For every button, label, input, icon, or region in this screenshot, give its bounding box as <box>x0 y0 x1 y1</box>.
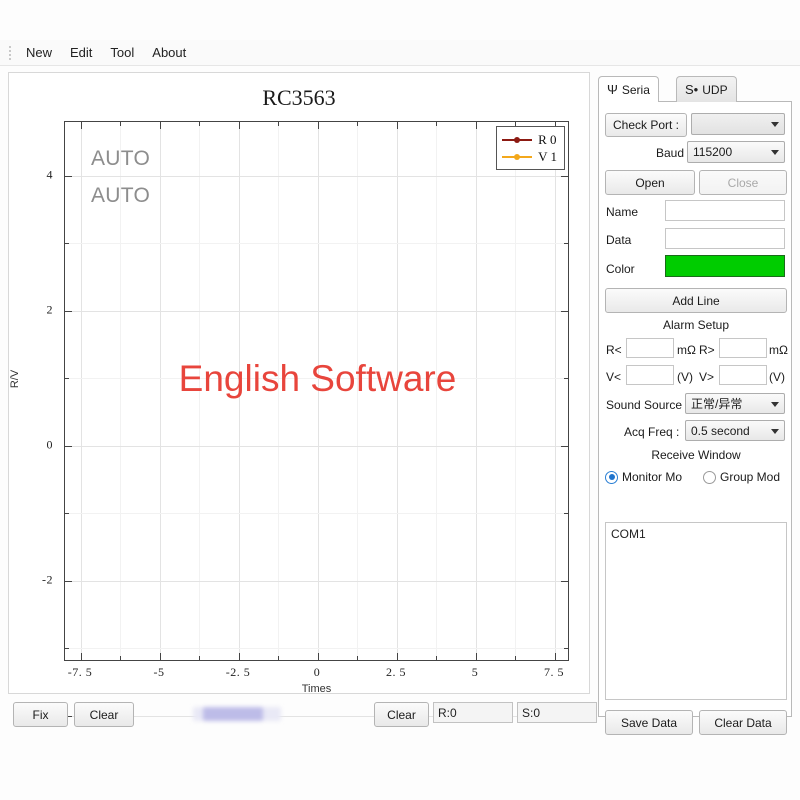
radio-dot-icon <box>605 471 618 484</box>
tx-count-status: S:0 <box>517 702 597 723</box>
radio-group-mode[interactable]: Group Mod <box>703 470 780 484</box>
v-less-label: V< <box>606 370 621 384</box>
legend-entry-v: V 1 <box>502 148 557 165</box>
x-tick-label: 0 <box>314 665 321 680</box>
serial-tab-body: Check Port : Baud : 115200 Open Close Na… <box>598 101 792 717</box>
x-tick-label: -7. 5 <box>68 665 93 680</box>
color-label: Color <box>606 262 635 276</box>
clear-receive-button[interactable]: Clear <box>374 702 429 727</box>
add-line-button[interactable]: Add Line <box>605 288 787 313</box>
legend-entry-r: R 0 <box>502 131 557 148</box>
x-axis-tick-labels: -7. 5 -5 -2. 5 0 2. 5 5 7. 5 <box>64 665 569 681</box>
y-tick-label: 0 <box>47 438 54 453</box>
application-window: New Edit Tool About RC3563 R/V Times 4 2… <box>0 0 800 800</box>
data-input[interactable] <box>665 228 785 249</box>
receive-window-title: Receive Window <box>599 448 793 462</box>
x-tick-label: -5 <box>154 665 165 680</box>
legend-line-marker-v <box>502 156 532 158</box>
baud-select-value: 115200 <box>693 145 732 159</box>
r-less-input[interactable] <box>626 338 674 358</box>
legend-label-r: R 0 <box>538 132 556 148</box>
legend-line-marker-r <box>502 139 532 141</box>
chart-panel: RC3563 R/V Times 4 2 0 -2 -4 -7. 5 -5 -2… <box>8 72 590 694</box>
sound-source-label: Sound Source <box>606 398 682 412</box>
auto-label-v: AUTO <box>91 184 150 208</box>
sound-source-value: 正常/异常 <box>691 395 742 412</box>
x-tick-label: -2. 5 <box>226 665 251 680</box>
save-data-button[interactable]: Save Data <box>605 710 693 735</box>
watermark-text: English Software <box>65 358 570 400</box>
baud-select[interactable]: 115200 <box>687 141 785 163</box>
color-swatch[interactable] <box>665 255 785 277</box>
radio-group-mode-label: Group Mod <box>720 470 780 484</box>
radio-dot-icon <box>703 471 716 484</box>
sound-source-select[interactable]: 正常/异常 <box>685 393 785 414</box>
legend-label-v: V 1 <box>538 149 557 165</box>
x-tick-label: 5 <box>472 665 479 680</box>
tab-udp[interactable]: S• UDP <box>676 76 737 102</box>
x-tick-label: 7. 5 <box>544 665 564 680</box>
tab-udp-label: UDP <box>702 83 727 97</box>
name-input[interactable] <box>665 200 785 221</box>
r-greater-label: R> <box>699 343 715 357</box>
chevron-down-icon <box>771 150 779 155</box>
chevron-down-icon <box>771 429 779 434</box>
v-less-input[interactable] <box>626 365 674 385</box>
chart-legend: R 0 V 1 <box>496 126 565 170</box>
name-label: Name <box>606 205 638 219</box>
tab-bar: Ψ Seria S• UDP <box>596 76 794 102</box>
radio-monitor-mode[interactable]: Monitor Mo <box>605 470 682 484</box>
chevron-down-icon <box>771 402 779 407</box>
plot-area[interactable]: AUTO AUTO English Software R 0 V 1 <box>64 121 569 661</box>
open-port-button[interactable]: Open <box>605 170 695 195</box>
acq-freq-label: Acq Freq : <box>624 425 679 439</box>
tab-serial-label: Seria <box>622 83 650 97</box>
auto-label-r: AUTO <box>91 147 150 171</box>
chart-title: RC3563 <box>9 85 589 111</box>
r-less-unit: mΩ <box>677 343 696 357</box>
baud-label: Baud : <box>656 146 691 160</box>
menu-item-tool[interactable]: Tool <box>101 43 143 62</box>
v-greater-input[interactable] <box>719 365 767 385</box>
progress-bar-fill <box>203 707 263 721</box>
bottom-toolbar: Fix Clear Clear R:0 S:0 <box>8 698 588 728</box>
menu-item-new[interactable]: New <box>17 43 61 62</box>
menu-bar: New Edit Tool About <box>0 40 800 66</box>
r-less-label: R< <box>606 343 622 357</box>
v-greater-unit: (V) <box>769 370 785 384</box>
fix-button[interactable]: Fix <box>13 702 68 727</box>
check-port-button[interactable]: Check Port : <box>605 113 687 137</box>
menu-item-edit[interactable]: Edit <box>61 43 101 62</box>
chevron-down-icon <box>771 122 779 127</box>
tab-serial[interactable]: Ψ Seria <box>598 76 659 102</box>
radio-monitor-mode-label: Monitor Mo <box>622 470 682 484</box>
menu-item-about[interactable]: About <box>143 43 195 62</box>
menu-drag-handle[interactable] <box>3 43 17 63</box>
y-tick-label: 4 <box>47 168 54 183</box>
alarm-setup-title: Alarm Setup <box>599 318 793 332</box>
connection-panel: Ψ Seria S• UDP Check Port : Baud : 11520… <box>596 76 794 728</box>
v-less-unit: (V) <box>677 370 693 384</box>
usb-icon: Ψ <box>607 83 618 96</box>
port-select[interactable] <box>691 113 785 135</box>
y-tick-label: -2 <box>42 573 53 588</box>
y-tick-label: 2 <box>47 303 54 318</box>
rx-count-status: R:0 <box>433 702 513 723</box>
progress-bar <box>193 707 281 721</box>
clear-plot-button[interactable]: Clear <box>74 702 134 727</box>
close-port-button: Close <box>699 170 787 195</box>
v-greater-label: V> <box>699 370 714 384</box>
data-label: Data <box>606 233 631 247</box>
s-curve-icon: S• <box>685 83 698 96</box>
y-axis-tick-labels: 4 2 0 -2 -4 <box>9 121 59 661</box>
x-axis-title: Times <box>64 683 569 695</box>
acq-freq-select[interactable]: 0.5 second <box>685 420 785 441</box>
x-tick-label: 2. 5 <box>386 665 406 680</box>
clear-data-button[interactable]: Clear Data <box>699 710 787 735</box>
receive-textarea[interactable]: COM1 <box>605 522 787 700</box>
r-greater-unit: mΩ <box>769 343 788 357</box>
acq-freq-value: 0.5 second <box>691 424 750 438</box>
r-greater-input[interactable] <box>719 338 767 358</box>
